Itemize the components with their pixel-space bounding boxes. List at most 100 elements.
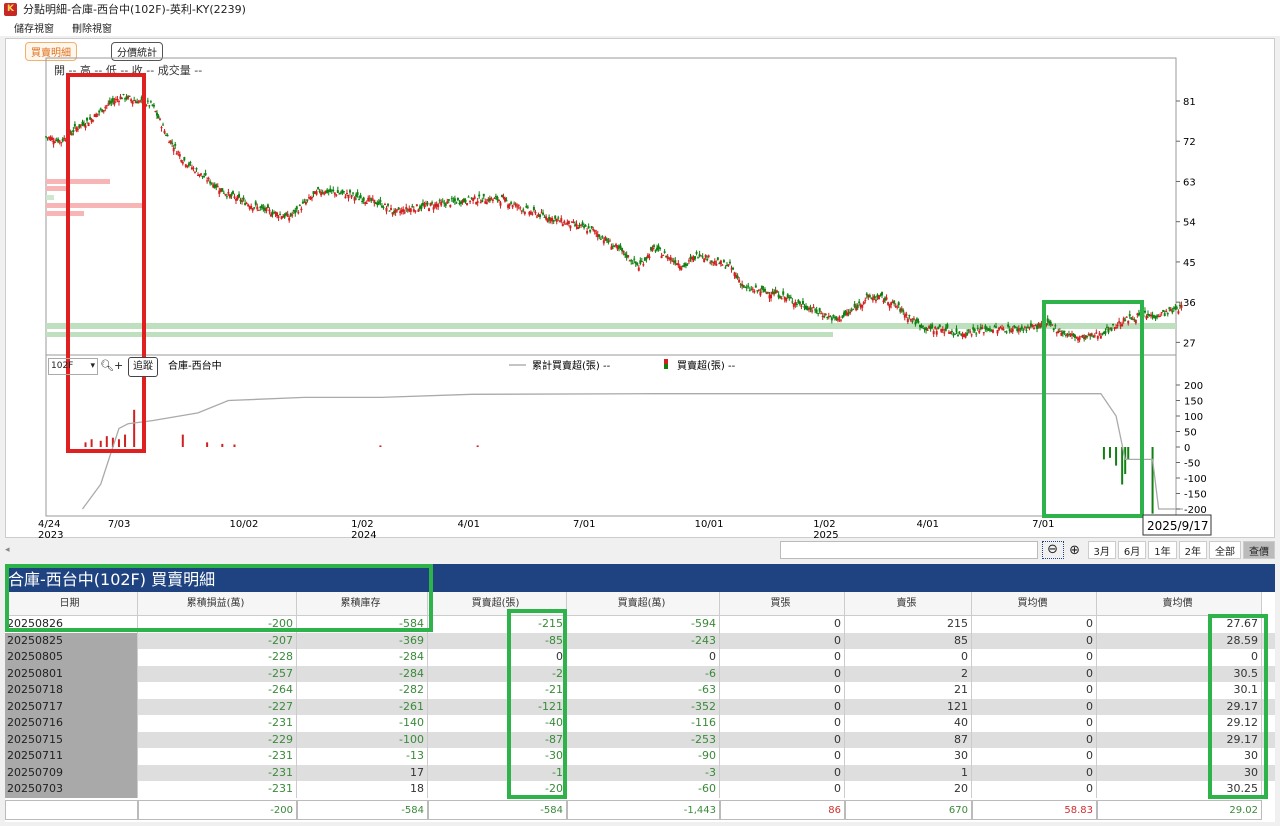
candle-body [584,225,587,227]
candle-body [146,100,149,102]
candle-body [449,204,452,207]
net-bar [133,409,136,447]
scroll-left-icon[interactable]: ◂ [5,545,10,555]
table-row-cell: 215 [845,616,972,633]
menu-delete-view[interactable]: 刪除視窗 [72,20,112,35]
range-3m-button[interactable]: 3月 [1087,541,1116,559]
candle-body [92,120,95,122]
table-row-cell: 0 [972,665,1097,682]
candle-body [295,206,298,210]
net-bar [233,444,236,447]
range-6m-button[interactable]: 6月 [1117,541,1147,559]
title-bar: K 分點明細-合庫-西台中(102F)-英利-KY(2239) [0,0,1280,18]
table-row[interactable]: 20250801 -257 -284 -2 -6 0 2 0 30.5 [5,665,1275,682]
candle-body [885,297,888,300]
candle-body [411,205,414,208]
candle-body [569,225,572,229]
table-row[interactable]: 20250703 -231 18 -20 -60 0 20 0 30.25 [5,781,1275,798]
table-row-cell: 87 [845,731,972,748]
table-header-cell: 賣均價 [1097,592,1262,616]
app-logo-icon: K [4,2,17,16]
candle-body [745,287,748,289]
candle-body [747,285,750,287]
range-2y-button[interactable]: 2年 [1178,541,1208,559]
y-tick-label: 81 [1183,97,1196,108]
candle-body [224,194,227,196]
table-row[interactable]: 20250825 -207 -369 -85 -243 0 85 0 28.59 [5,632,1275,649]
candle-body [361,200,364,202]
candle-body [382,207,385,209]
table-row-cell: -284 [297,665,428,682]
menu-save-view[interactable]: 儲存視窗 [14,20,54,35]
candle-body [216,186,219,188]
candle-body [456,197,459,201]
candle-body [601,236,604,238]
table-row[interactable]: 20250805 -228 -284 0 0 0 0 0 0 [5,649,1275,666]
candle-body [944,327,947,331]
zoom-out-icon[interactable]: ⊖ [1041,541,1064,559]
table-row[interactable]: 20250715 -229 -100 -87 -253 0 87 0 29.17 [5,731,1275,748]
price-chart[interactable]: 開 -- 高 -- 低 -- 收 -- 成交量 -- 8172635445362… [6,39,1276,539]
candle-body [60,142,63,144]
chart-nav-bar: ◂ ⊖ ⊕ 3月 6月 1年 2年 全部 查價 [5,540,1276,560]
candle-body [575,223,578,227]
table-row-cell: -282 [297,682,428,699]
table-row[interactable]: 20250717 -227 -261 -121 -352 0 121 0 29.17 [5,698,1275,715]
candle-body [405,207,408,210]
table-row[interactable]: 20250711 -231 -13 -30 -90 0 30 0 30 [5,748,1275,765]
table-row-cell: -231 [138,764,297,781]
candle-body [311,197,313,199]
candle-body [222,192,225,194]
candle-body [753,290,756,293]
search-icon[interactable]: 🔍︎+ [100,359,123,372]
table-totals-row-cell: -584 [428,799,567,820]
candle-body [241,200,244,202]
x-tick-year: 2025 [813,530,838,539]
table-row[interactable]: 20250716 -231 -140 -40 -116 0 40 0 29.12 [5,715,1275,732]
candle-body [358,199,361,201]
candle-body [776,291,779,293]
net-y-axis: 200 150 100 50 0 -50 -100 -150 -200 [1176,381,1207,516]
price-query-button[interactable]: 查價 [1243,541,1276,559]
profile-bar [46,195,54,200]
candle-body [531,213,534,215]
net-bar [1109,447,1111,458]
table-row[interactable]: 20250709 -231 17 -1 -3 0 1 0 30 [5,764,1275,781]
candle-body [496,196,499,201]
candle-body [1028,327,1031,329]
table-row-cell: 21 [845,682,972,699]
candle-body [297,212,300,214]
candle-body [349,190,351,193]
table-totals-row[interactable]: -200 -584 -584 -1,443 86 670 58.83 29.02 [5,798,1275,822]
candle-body [581,222,584,225]
candle-body [637,267,640,271]
zoom-in-icon[interactable]: ⊕ [1064,543,1086,558]
chart-scrollbar[interactable] [779,541,1038,559]
y-tick-label: 100 [1184,412,1203,423]
candle-body [589,229,592,232]
candle-body [953,333,956,335]
track-button[interactable]: 追蹤 [128,357,158,377]
candle-body [577,226,579,230]
candle-body [852,308,855,310]
candle-body [1023,326,1026,328]
candle-body [396,209,399,211]
annotation-green-box [507,609,567,799]
annotation-green-box [1042,300,1144,518]
candle-body [478,194,481,197]
candle-body [210,182,213,184]
range-all-button[interactable]: 全部 [1209,541,1242,559]
broker-select[interactable]: 102F ▾ [48,358,98,375]
candle-body [610,246,613,250]
table-row[interactable]: 20250718 -264 -282 -21 -63 0 21 0 30.1 [5,682,1275,699]
table-row-cell: -6 [567,665,720,682]
table-row-cell: 20250715 [5,731,138,748]
candle-body [253,207,256,209]
candle-body [517,204,520,206]
candle-body [178,154,181,157]
candle-body [149,101,152,103]
range-1y-button[interactable]: 1年 [1148,541,1177,559]
candle-body [508,204,511,206]
candle-body [981,327,984,329]
candle-body [1034,325,1037,327]
